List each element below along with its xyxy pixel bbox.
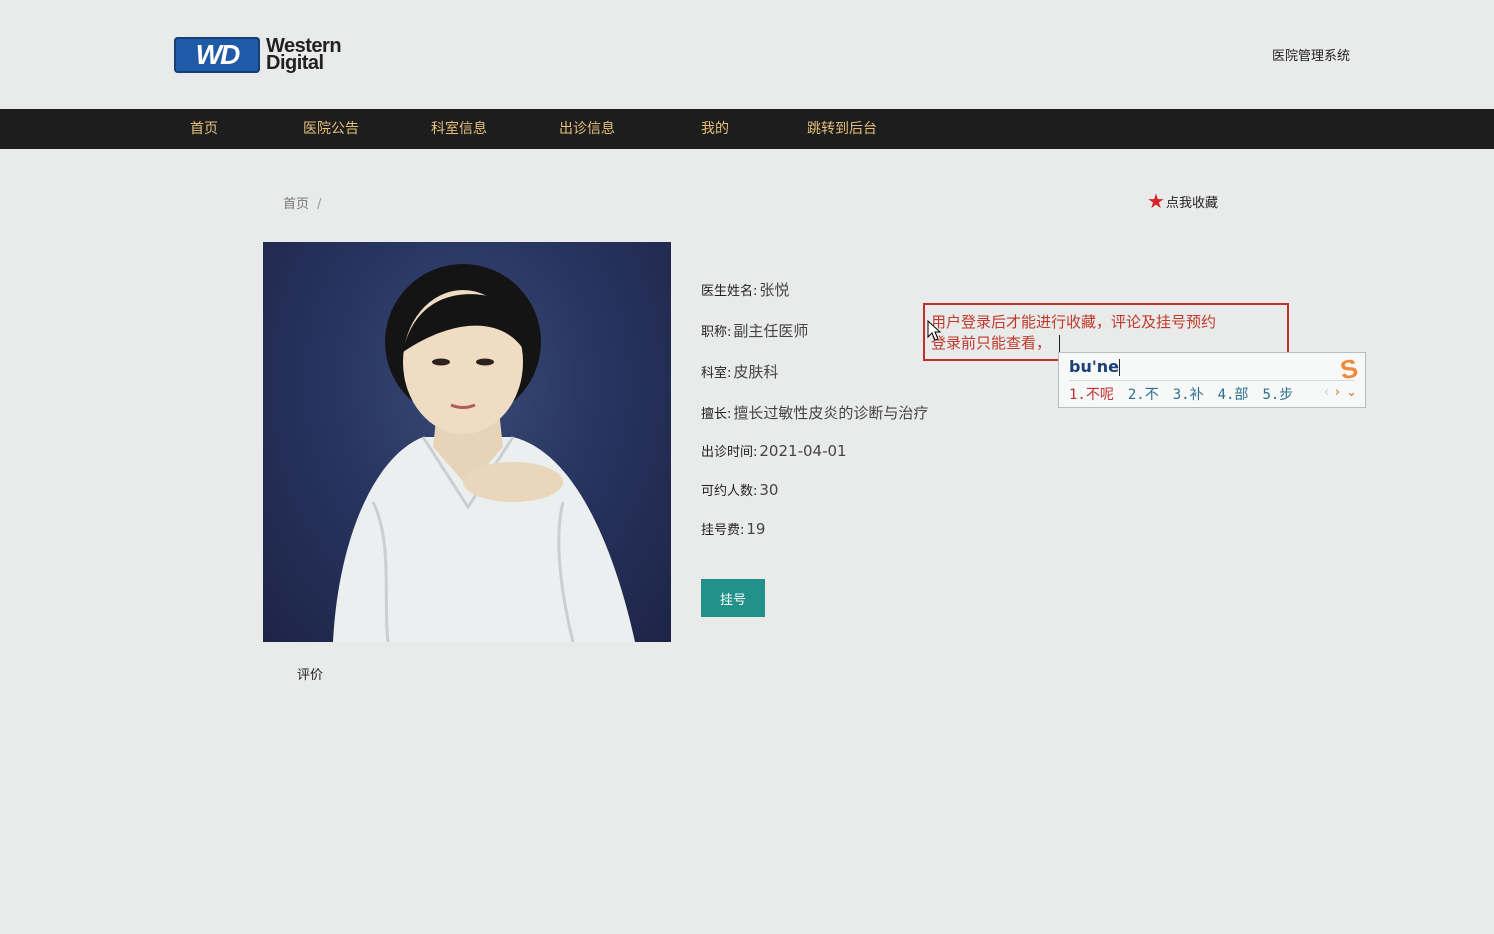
logo-text: Western Digital <box>266 36 342 74</box>
favorite-button[interactable]: ★ 点我收藏 <box>1147 191 1218 211</box>
doctor-fee: 19 <box>746 520 766 538</box>
doctor-time: 2021-04-01 <box>759 442 847 460</box>
nav-item-admin[interactable]: 跳转到后台 <box>807 109 877 149</box>
doctor-name-row: 医生姓名: 张悦 <box>701 279 789 300</box>
doctor-time-label: 出诊时间: <box>701 445 758 460</box>
doctor-capacity-label: 可约人数: <box>701 484 758 499</box>
ime-paging: ‹ › ⌄ <box>1324 385 1357 400</box>
ime-divider <box>1069 380 1355 381</box>
doctor-portrait <box>333 264 635 642</box>
ime-candidate-4[interactable]: 4.部 <box>1218 384 1249 404</box>
logo-badge: WD <box>174 37 260 73</box>
chevron-down-icon[interactable]: ⌄ <box>1346 385 1357 400</box>
ime-candidate-5[interactable]: 5.步 <box>1262 384 1293 404</box>
doctor-title: 副主任医师 <box>733 322 809 340</box>
doctor-capacity-row: 可约人数: 30 <box>701 480 778 499</box>
doctor-specialty-label: 擅长: <box>701 407 732 422</box>
nav-item-departments[interactable]: 科室信息 <box>431 109 487 149</box>
nav-item-home[interactable]: 首页 <box>190 109 218 149</box>
ime-candidate-window[interactable]: bu'ne S 1.不呢 2.不 3.补 4.部 5.步 ‹ › ⌄ <box>1058 352 1366 408</box>
star-icon: ★ <box>1147 189 1165 213</box>
doctor-specialty-row: 擅长: 擅长过敏性皮炎的诊断与治疗 <box>701 402 928 423</box>
doctor-specialty: 擅长过敏性皮炎的诊断与治疗 <box>733 404 929 422</box>
logo[interactable]: WD Western Digital <box>174 36 342 74</box>
header: WD Western Digital 医院管理系统 <box>0 0 1494 109</box>
ime-composition: bu'ne <box>1069 357 1120 376</box>
chevron-left-icon[interactable]: ‹ <box>1324 385 1329 400</box>
doctor-fee-label: 挂号费: <box>701 523 745 538</box>
doctor-title-row: 职称: 副主任医师 <box>701 320 808 341</box>
notice-line2-wrap: 登录前只能查看， <box>931 333 1287 354</box>
chevron-right-icon[interactable]: › <box>1335 385 1340 400</box>
doctor-fee-row: 挂号费: 19 <box>701 519 765 538</box>
breadcrumb-home[interactable]: 首页 <box>283 197 309 212</box>
register-button[interactable]: 挂号 <box>701 579 765 617</box>
main-nav: 首页 医院公告 科室信息 出诊信息 我的 跳转到后台 <box>0 109 1494 149</box>
doctor-title-label: 职称: <box>701 325 732 340</box>
doctor-capacity: 30 <box>759 481 779 499</box>
notice-line1: 用户登录后才能进行收藏，评论及挂号预约 <box>931 313 1217 331</box>
doctor-name: 张悦 <box>759 281 790 299</box>
breadcrumb: 首页 / <box>283 193 321 212</box>
nav-item-announcements[interactable]: 医院公告 <box>303 109 359 149</box>
notice-line2: 登录前只能查看， <box>931 334 1052 352</box>
favorite-label: 点我收藏 <box>1165 195 1218 211</box>
ime-candidates: 1.不呢 2.不 3.补 4.部 5.步 <box>1069 384 1293 404</box>
ime-candidate-2[interactable]: 2.不 <box>1128 384 1159 404</box>
doctor-photo <box>263 242 671 642</box>
doctor-time-row: 出诊时间: 2021-04-01 <box>701 441 847 460</box>
ime-candidate-3[interactable]: 3.补 <box>1173 384 1204 404</box>
doctor-dept-label: 科室: <box>701 366 732 381</box>
logo-text-line2: Digital <box>266 52 324 74</box>
ime-input-text: bu'ne <box>1069 357 1119 376</box>
doctor-dept-row: 科室: 皮肤科 <box>701 361 778 382</box>
site-title: 医院管理系统 <box>1272 49 1351 64</box>
doctor-dept: 皮肤科 <box>733 363 779 381</box>
review-label: 评价 <box>297 668 324 683</box>
nav-item-mine[interactable]: 我的 <box>701 109 729 149</box>
ime-caret <box>1118 359 1120 376</box>
breadcrumb-separator: / <box>317 197 322 212</box>
nav-item-schedule[interactable]: 出诊信息 <box>559 109 615 149</box>
ime-candidate-1[interactable]: 1.不呢 <box>1069 384 1114 404</box>
text-caret <box>1059 335 1061 352</box>
doctor-name-label: 医生姓名: <box>701 284 758 299</box>
mouse-pointer-icon <box>927 320 942 341</box>
